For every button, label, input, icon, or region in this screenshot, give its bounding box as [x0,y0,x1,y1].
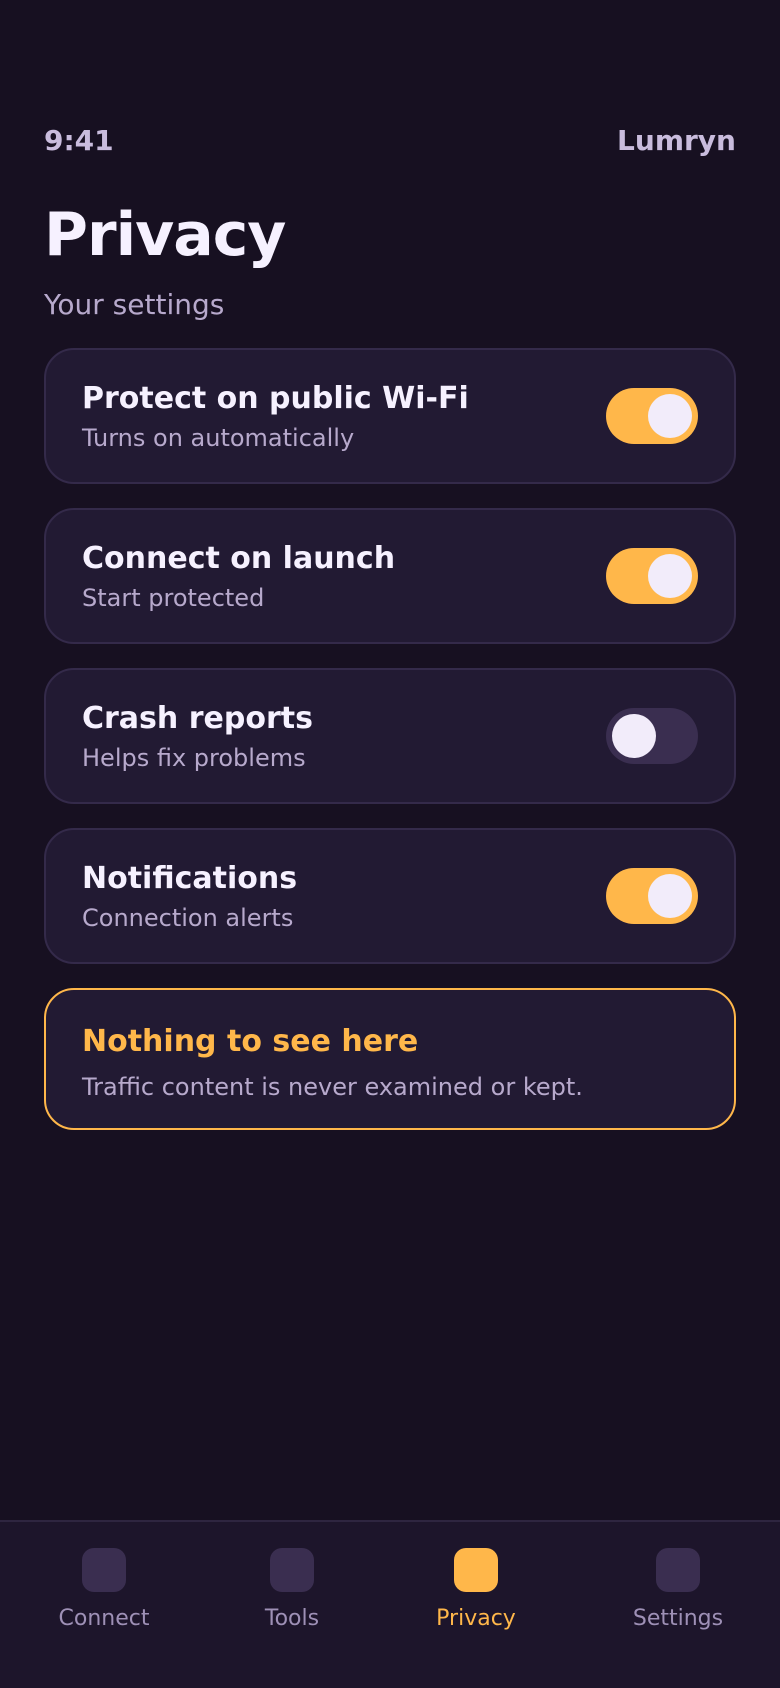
setting-card-public-wifi: Protect on public Wi-Fi Turns on automat… [44,348,736,484]
tab-label: Privacy [436,1606,516,1631]
setting-subtitle: Helps fix problems [82,743,306,772]
settings-icon [656,1548,700,1592]
tab-label: Tools [264,1606,320,1631]
setting-subtitle: Start protected [82,583,265,612]
notifications-toggle[interactable] [606,868,698,924]
toggle-knob [612,714,656,758]
crash-reports-toggle[interactable] [606,708,698,764]
status-brand: Lumryn [617,124,736,157]
tab-privacy[interactable]: Privacy [396,1548,556,1631]
setting-subtitle: Turns on automatically [82,423,355,452]
page-title: Privacy [44,200,286,270]
connect-on-launch-toggle[interactable] [606,548,698,604]
bottom-tab-bar: Connect Tools Privacy Settings [0,1520,780,1688]
connect-icon [82,1548,126,1592]
privacy-notice-card: Nothing to see here Traffic content is n… [44,988,736,1130]
setting-title: Connect on launch [82,540,396,576]
status-bar: 9:41 Lumryn [44,124,736,157]
tab-tools[interactable]: Tools [212,1548,372,1631]
notice-title: Nothing to see here [82,1024,419,1059]
tab-label: Connect [58,1606,150,1631]
notice-body: Traffic content is never examined or kep… [82,1073,583,1101]
toggle-knob [648,554,692,598]
setting-card-notifications: Notifications Connection alerts [44,828,736,964]
tab-settings[interactable]: Settings [598,1548,758,1631]
setting-subtitle: Connection alerts [82,903,294,932]
setting-title: Protect on public Wi-Fi [82,380,469,416]
tools-icon [270,1548,314,1592]
tab-label: Settings [632,1606,724,1631]
status-time: 9:41 [44,124,114,157]
toggle-knob [648,874,692,918]
tab-connect[interactable]: Connect [24,1548,184,1631]
public-wifi-toggle[interactable] [606,388,698,444]
toggle-knob [648,394,692,438]
page-subtitle: Your settings [44,288,225,321]
setting-title: Notifications [82,860,298,896]
settings-list: Protect on public Wi-Fi Turns on automat… [44,348,736,1130]
setting-card-connect-on-launch: Connect on launch Start protected [44,508,736,644]
setting-card-crash-reports: Crash reports Helps fix problems [44,668,736,804]
setting-title: Crash reports [82,700,313,736]
privacy-icon [454,1548,498,1592]
